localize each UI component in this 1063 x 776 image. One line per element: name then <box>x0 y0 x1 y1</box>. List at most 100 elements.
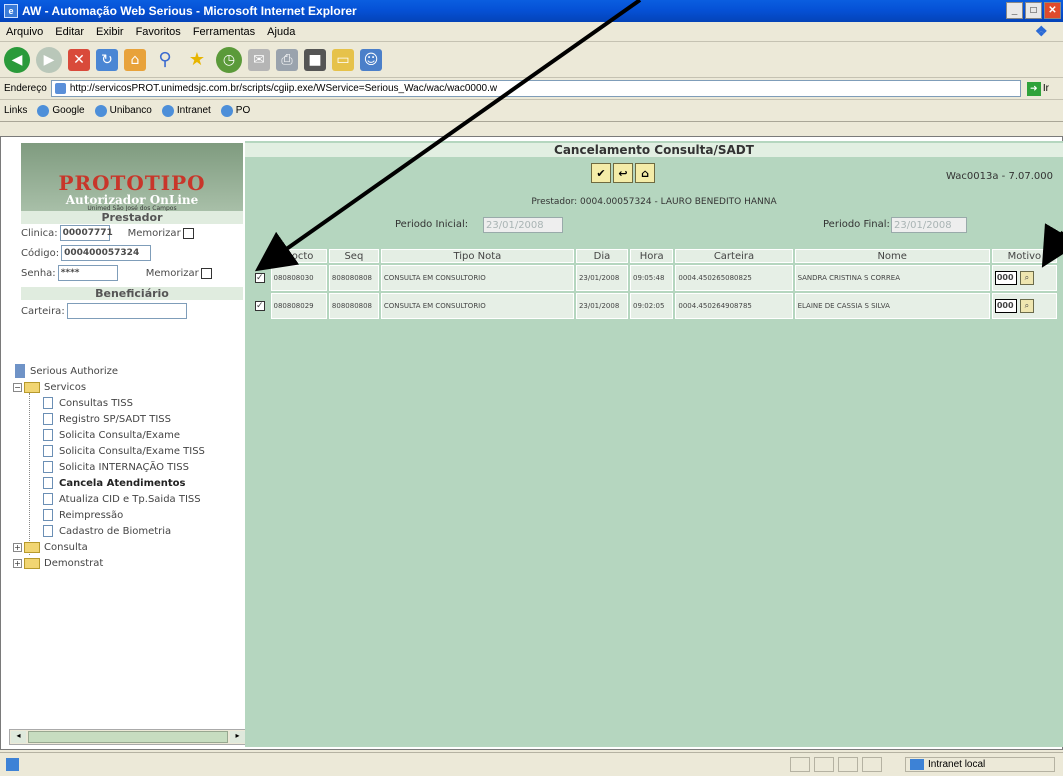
house-icon: ⌂ <box>641 166 649 180</box>
beneficiario-header: Beneficiário <box>21 287 243 300</box>
messenger-icon[interactable]: ☺ <box>360 48 382 71</box>
periodo-final-input[interactable]: 23/01/2008 <box>891 217 967 233</box>
prestador-header: Prestador <box>21 211 243 224</box>
carteira-input[interactable] <box>66 303 187 319</box>
maximize-button[interactable]: □ <box>1025 2 1042 19</box>
row-checkbox[interactable]: ✓ <box>254 301 265 311</box>
carteira-label: Carteira: <box>21 305 65 317</box>
tree-item-label: Solicita Consulta/Exame TISS <box>59 445 205 457</box>
home-button[interactable]: ⌂ <box>635 163 655 183</box>
row-checkbox[interactable]: ✓ <box>254 273 265 283</box>
page-icon <box>54 83 66 94</box>
tree-root[interactable]: Serious Authorize <box>15 363 118 379</box>
tree-item-solicita-consulta-tiss[interactable]: Solicita Consulta/Exame TISS <box>43 443 205 459</box>
window-title: AW - Automação Web Serious - Microsoft I… <box>22 4 357 18</box>
home-icon[interactable]: ⌂ <box>124 48 146 71</box>
menu-ferramentas[interactable]: Ferramentas <box>193 26 255 38</box>
link-google[interactable]: Google <box>37 104 85 117</box>
link-intranet[interactable]: Intranet <box>161 104 211 117</box>
table-row: ✓ 080808030 808080808 CONSULTA EM CONSUL… <box>249 265 1057 291</box>
root-icon <box>15 364 25 378</box>
tree-consulta-label: Consulta <box>44 541 88 553</box>
menu-editar[interactable]: Editar <box>55 26 84 38</box>
tree-item-registro-sp-sadt[interactable]: Registro SP/SADT TISS <box>43 411 171 427</box>
tree-folder-servicos[interactable]: − Servicos <box>13 379 86 395</box>
links-label: Links <box>4 105 28 116</box>
link-po[interactable]: PO <box>220 104 250 117</box>
windows-logo-icon: ❖ <box>1035 23 1048 39</box>
expand-icon[interactable]: + <box>13 558 22 568</box>
address-input[interactable]: http://servicosPROT.unimedsjc.com.br/scr… <box>50 80 1021 97</box>
back-button[interactable]: ↩ <box>613 163 633 183</box>
tree-folder-demonstrat[interactable]: + Demonstrat <box>13 555 103 571</box>
close-button[interactable]: ✕ <box>1044 2 1061 19</box>
menu-arquivo[interactable]: Arquivo <box>6 26 43 38</box>
forward-icon[interactable]: ▶ <box>36 46 62 73</box>
favorites-icon[interactable]: ★ <box>184 47 210 73</box>
cell-seq: 808080808 <box>328 293 379 319</box>
column-dia: Dia <box>575 249 628 263</box>
page-content: PROTOTIPO Autorizador OnLine Unimed São … <box>0 136 1063 750</box>
tree-item-cancela-atendimentos[interactable]: Cancela Atendimentos <box>43 475 186 491</box>
lookup-icon[interactable]: ⌕ <box>1019 299 1034 314</box>
tree-item-label: Cadastro de Biometria <box>59 525 172 537</box>
motivo-input[interactable]: 000 <box>994 298 1017 313</box>
memorizar-clinica-checkbox[interactable] <box>182 227 194 239</box>
tree-folder-consulta[interactable]: + Consulta <box>13 539 88 555</box>
confirm-button[interactable]: ✔ <box>591 163 611 183</box>
back-icon[interactable]: ◀ <box>4 46 30 73</box>
left-horizontal-scrollbar[interactable]: ◂ ▸ <box>9 729 247 745</box>
column-carteira: Carteira <box>675 249 793 263</box>
refresh-icon[interactable]: ↻ <box>96 48 118 71</box>
menu-favoritos[interactable]: Favoritos <box>136 26 181 38</box>
scroll-thumb[interactable] <box>28 731 228 743</box>
collapse-icon[interactable]: − <box>13 382 22 392</box>
mail-icon[interactable]: ✉ <box>248 48 270 71</box>
security-zone: Intranet local <box>905 757 1055 772</box>
history-icon[interactable]: ◷ <box>216 46 242 73</box>
minimize-button[interactable]: _ <box>1006 2 1023 19</box>
cancel-table: Docto Seq Tipo Nota Dia Hora Carteira No… <box>247 247 1059 321</box>
motivo-input[interactable]: 000 <box>994 270 1017 285</box>
go-label: Ir <box>1042 83 1049 94</box>
scroll-left-icon[interactable]: ◂ <box>11 731 26 743</box>
browser-toolbar: ◀ ▶ ✕ ↻ ⌂ ⚲ ★ ◷ ✉ ⎙ ■ ▭ ☺ <box>0 42 1063 78</box>
edit-icon[interactable]: ■ <box>304 48 326 71</box>
tree-item-atualiza-cid[interactable]: Atualiza CID e Tp.Saida TISS <box>43 491 201 507</box>
codigo-row: Código: 000400057324 <box>21 245 152 261</box>
clinica-label: Clinica: <box>21 227 58 239</box>
cell-seq: 808080808 <box>328 265 379 291</box>
address-bar: Endereço http://servicosPROT.unimedsjc.c… <box>0 78 1063 100</box>
tree-item-solicita-consulta[interactable]: Solicita Consulta/Exame <box>43 427 180 443</box>
senha-input[interactable]: **** <box>57 265 118 281</box>
senha-row: Senha: **** Memorizar <box>21 265 212 281</box>
search-icon[interactable]: ⚲ <box>152 47 178 73</box>
left-frame: PROTOTIPO Autorizador OnLine Unimed São … <box>5 137 247 749</box>
memorizar-senha-checkbox[interactable] <box>200 267 212 279</box>
tree-item-reimpressao[interactable]: Reimpressão <box>43 507 123 523</box>
go-button[interactable]: ➜ Ir <box>1026 81 1049 96</box>
document-icon <box>43 445 53 457</box>
column-tipo-nota: Tipo Nota <box>380 249 574 263</box>
link-unibanco[interactable]: Unibanco <box>94 104 152 117</box>
scroll-right-icon[interactable]: ▸ <box>230 731 245 743</box>
tree-item-consultas-tiss[interactable]: Consultas TISS <box>43 395 133 411</box>
stop-icon[interactable]: ✕ <box>68 48 90 71</box>
print-icon[interactable]: ⎙ <box>276 48 298 71</box>
folder-icon[interactable]: ▭ <box>332 48 354 71</box>
periodo-inicial-input[interactable]: 23/01/2008 <box>483 217 563 233</box>
tree-item-solicita-internacao[interactable]: Solicita INTERNAÇÃO TISS <box>43 459 189 475</box>
tree-item-cadastro-biometria[interactable]: Cadastro de Biometria <box>43 523 171 539</box>
document-icon <box>43 477 53 489</box>
column-seq: Seq <box>328 249 379 263</box>
menu-exibir[interactable]: Exibir <box>96 26 124 38</box>
clinica-row: Clinica: 00007771 Memorizar <box>21 225 194 241</box>
lookup-icon[interactable]: ⌕ <box>1019 271 1034 286</box>
expand-icon[interactable]: + <box>13 542 22 552</box>
column-nome: Nome <box>794 249 990 263</box>
cell-nome: ELAINE DE CASSIA S SILVA <box>794 293 990 319</box>
menu-ajuda[interactable]: Ajuda <box>267 26 295 38</box>
codigo-input[interactable]: 000400057324 <box>61 245 152 261</box>
link-globe-icon <box>37 104 50 117</box>
clinica-input[interactable]: 00007771 <box>59 225 113 241</box>
